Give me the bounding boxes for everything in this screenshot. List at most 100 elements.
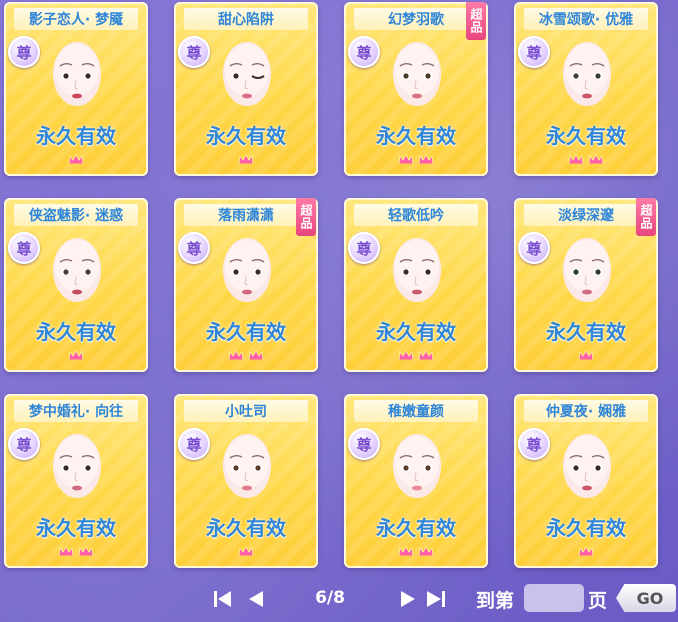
face-preview-image	[388, 36, 446, 114]
face-preview-image	[388, 232, 446, 310]
crown-rating	[514, 154, 658, 166]
crown-rating	[174, 154, 318, 166]
face-style-name: 甜心陷阱	[184, 8, 308, 30]
face-style-card[interactable]: 落雨潇潇尊 超品永久有效	[174, 198, 318, 372]
face-style-card[interactable]: 稚嫩童颜尊永久有效	[344, 394, 488, 568]
crown-icon	[398, 350, 414, 362]
face-style-card[interactable]: 影子恋人· 梦魇尊永久有效	[4, 2, 148, 176]
zun-badge: 尊	[348, 428, 380, 460]
validity-status: 永久有效	[546, 124, 626, 148]
prev-page-button[interactable]	[244, 586, 266, 612]
crown-icon	[588, 154, 604, 166]
face-style-card[interactable]: 侠盗魅影· 迷惑尊永久有效	[4, 198, 148, 372]
crown-rating	[174, 350, 318, 362]
crown-rating	[4, 546, 148, 558]
zun-badge: 尊	[8, 428, 40, 460]
face-preview-image	[48, 428, 106, 506]
crown-icon	[568, 154, 584, 166]
face-style-card[interactable]: 淡绿深邃尊 超品永久有效	[514, 198, 658, 372]
next-page-icon	[401, 591, 415, 607]
face-style-name: 梦中婚礼· 向往	[14, 400, 138, 422]
validity-status: 永久有效	[36, 320, 116, 344]
face-preview-image	[48, 36, 106, 114]
crown-rating	[4, 350, 148, 362]
zun-badge: 尊	[8, 232, 40, 264]
next-page-button[interactable]	[398, 586, 420, 612]
face-style-grid: 影子恋人· 梦魇尊永久有效 甜心陷阱尊永久有效 幻梦羽歌尊超品 永久有效 冰雪颂歌· 优…	[0, 0, 678, 576]
face-style-name: 小吐司	[184, 400, 308, 422]
face-style-name: 影子恋人· 梦魇	[14, 8, 138, 30]
last-page-icon	[427, 591, 445, 607]
validity-status: 永久有效	[546, 320, 626, 344]
crown-icon	[78, 546, 94, 558]
face-preview-image	[558, 428, 616, 506]
zun-badge: 尊	[178, 232, 210, 264]
face-style-name: 侠盗魅影· 迷惑	[14, 204, 138, 226]
crown-icon	[238, 154, 254, 166]
face-style-card[interactable]: 轻歌低吟尊永久有效	[344, 198, 488, 372]
validity-status: 永久有效	[206, 516, 286, 540]
validity-status: 永久有效	[36, 516, 116, 540]
super-quality-tag: 超品	[466, 2, 486, 40]
zun-badge: 尊	[348, 36, 380, 68]
crown-rating	[344, 154, 488, 166]
face-style-name: 轻歌低吟	[354, 204, 478, 226]
crown-rating	[514, 546, 658, 558]
crown-icon	[418, 350, 434, 362]
crown-icon	[238, 546, 254, 558]
face-style-card[interactable]: 梦中婚礼· 向往尊永久有效	[4, 394, 148, 568]
crown-icon	[58, 546, 74, 558]
face-style-card[interactable]: 甜心陷阱尊永久有效	[174, 2, 318, 176]
crown-icon	[68, 154, 84, 166]
first-page-icon	[214, 591, 231, 607]
face-style-card[interactable]: 仲夏夜· 娴雅尊永久有效	[514, 394, 658, 568]
crown-icon	[418, 154, 434, 166]
zun-badge: 尊	[178, 36, 210, 68]
face-preview-image	[48, 232, 106, 310]
crown-icon	[228, 350, 244, 362]
crown-rating	[514, 350, 658, 362]
super-quality-tag: 超品	[636, 198, 656, 236]
face-style-name: 稚嫩童颜	[354, 400, 478, 422]
face-style-card[interactable]: 幻梦羽歌尊 超品 永久有效	[344, 2, 488, 176]
face-preview-image	[558, 36, 616, 114]
page-indicator: 6/8	[315, 588, 345, 608]
crown-rating	[4, 154, 148, 166]
crown-icon	[578, 350, 594, 362]
go-button[interactable]: GO	[616, 584, 676, 612]
face-style-name: 淡绿深邃	[524, 204, 648, 226]
crown-icon	[578, 546, 594, 558]
validity-status: 永久有效	[376, 320, 456, 344]
crown-rating	[344, 350, 488, 362]
zun-badge: 尊	[518, 232, 550, 264]
crown-icon	[248, 350, 264, 362]
zun-badge: 尊	[518, 428, 550, 460]
crown-icon	[418, 546, 434, 558]
face-style-card[interactable]: 冰雪颂歌· 优雅尊永久有效	[514, 2, 658, 176]
face-style-name: 仲夏夜· 娴雅	[524, 400, 648, 422]
validity-status: 永久有效	[376, 516, 456, 540]
face-preview-image	[388, 428, 446, 506]
zun-badge: 尊	[348, 232, 380, 264]
crown-icon	[398, 546, 414, 558]
face-preview-image	[218, 428, 276, 506]
crown-rating	[174, 546, 318, 558]
page-suffix-label: 页	[588, 590, 608, 612]
pagination-bar: 6/8 到第 页 GO	[0, 578, 678, 622]
face-style-name: 落雨潇潇	[184, 204, 308, 226]
face-style-name: 幻梦羽歌	[354, 8, 478, 30]
super-quality-tag: 超品	[296, 198, 316, 236]
face-preview-image	[558, 232, 616, 310]
last-page-button[interactable]	[424, 586, 450, 612]
zun-badge: 尊	[8, 36, 40, 68]
zun-badge: 尊	[178, 428, 210, 460]
face-style-name: 冰雪颂歌· 优雅	[524, 8, 648, 30]
first-page-button[interactable]	[212, 586, 234, 612]
validity-status: 永久有效	[206, 124, 286, 148]
page-number-input[interactable]	[524, 584, 584, 612]
goto-page-label: 到第	[476, 590, 515, 612]
validity-status: 永久有效	[206, 320, 286, 344]
validity-status: 永久有效	[546, 516, 626, 540]
crown-rating	[344, 546, 488, 558]
face-style-card[interactable]: 小吐司尊永久有效	[174, 394, 318, 568]
